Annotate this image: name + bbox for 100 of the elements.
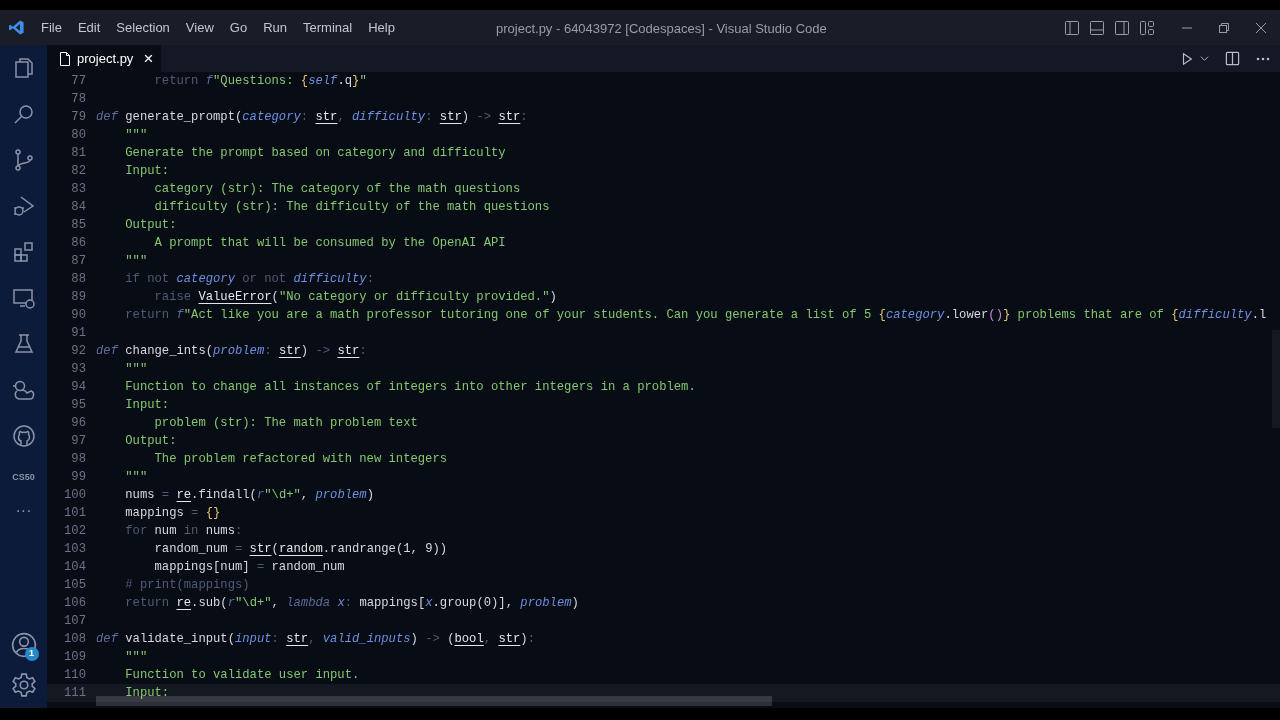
editor-tab[interactable]: project.py × [47,45,162,72]
run-debug-icon[interactable] [11,194,36,218]
window-title: project.py - 64043972 [Codespaces] - Visual Studio Code [496,20,827,38]
code-line: """ [124,649,148,666]
menu-item[interactable]: Terminal [295,17,361,38]
secondary-sidebar-icon[interactable] [1114,19,1130,36]
line-number: 94 [70,379,86,396]
menu-item[interactable]: Selection [108,17,178,38]
panel-toggle-icon[interactable] [1089,19,1105,36]
menu-item[interactable]: Go [221,17,256,38]
line-number: 77 [70,73,86,90]
line-number: 103 [63,541,86,558]
code-line: difficulty (str): The difficulty of the math questions [153,199,550,216]
line-number: 88 [70,271,86,288]
menu-item[interactable]: Help [360,17,403,38]
line-number: 111 [63,685,86,702]
line-number: 104 [63,559,86,576]
layout-icon[interactable] [1139,19,1155,36]
line-number: 93 [70,361,86,378]
line-number: 107 [63,613,86,630]
code-line: The problem refactored with new integers [153,451,448,468]
line-number: 95 [70,397,86,414]
sidebar-toggle-icon[interactable] [1064,19,1080,36]
line-number: 81 [70,145,86,162]
close-tab-button[interactable]: × [143,50,154,67]
line-number: 82 [70,163,86,180]
line-number: 98 [70,451,86,468]
code-line: # print(mappings) [124,577,250,594]
code-line: """ [124,253,148,270]
line-number: 91 [70,325,86,342]
code-line: for num in nums: [124,523,243,540]
code-line: category (str): The category of the math questions [153,181,521,198]
code-line: Input: [124,685,170,702]
vscode-logo-icon [8,19,25,36]
code-line: Function to validate user input. [124,667,360,684]
remote-explorer-icon[interactable] [11,286,36,310]
menu-item[interactable]: View [177,17,222,38]
settings-icon[interactable] [10,672,37,698]
split-editor-icon[interactable] [1225,51,1240,66]
menu-item[interactable]: Edit [69,17,109,38]
line-number: 85 [70,217,86,234]
code-line: return re.sub(r"\d+", lambda x: mappings[x.group(0)], problem) [124,595,579,612]
line-number: 106 [63,595,86,612]
line-number: 97 [70,433,86,450]
line-number: 80 [70,127,86,144]
code-line: return f"Questions: {self.q}" [153,73,367,90]
line-number: 79 [70,109,86,126]
restore-icon[interactable] [1219,22,1229,33]
line-number: 110 [63,667,86,684]
code-line: if not category or not difficulty: [124,271,374,288]
code-line: A prompt that will be consumed by the OpenAI API [153,235,506,252]
menu-item[interactable]: Run [255,17,295,38]
code-line: Output: [124,217,177,234]
code-line: Function to change all instances of integers into other integers in a problem. [124,379,696,396]
line-number: 96 [70,415,86,432]
github-icon[interactable] [11,424,36,448]
code-line: """ [124,127,148,144]
code-line: """ [124,361,148,378]
file-icon [59,51,71,66]
line-number: 87 [70,253,86,270]
code-line: mappings = {} [124,505,221,522]
line-number: 92 [70,343,86,360]
extensions-icon[interactable] [11,240,36,264]
code-line: mappings[num] = random_num [153,559,345,576]
tab-label: project.py [77,49,134,68]
code-line: problem (str): The math problem text [153,415,418,432]
line-number: 99 [70,469,86,486]
more-actions-icon[interactable] [1256,56,1270,61]
code-line: Input: [124,397,170,414]
menu-item[interactable]: File [33,17,70,38]
line-number: 89 [70,289,86,306]
run-icon[interactable] [1180,51,1194,66]
code-line: Generate the prompt based on category and difficulty [124,145,506,162]
line-number: 109 [63,649,86,666]
line-number: 90 [70,307,86,324]
line-number: 86 [70,235,86,252]
notification-badge: 1 [24,647,39,661]
code-line: raise ValueError("No category or difficulty provided.") [153,289,557,306]
accounts-icon[interactable] [10,632,37,658]
code-line: random_num = str(random.randrange(1, 9)) [153,541,448,558]
line-number: 101 [63,505,86,522]
line-number: 102 [63,523,86,540]
code-line: def generate_prompt(category: str, difficulty: str) -> str: [96,109,528,126]
chevron-down-icon[interactable] [1200,54,1209,63]
line-number: 108 [63,631,86,648]
code-line: Input: [124,163,170,180]
line-number: 84 [70,199,86,216]
line-number: 83 [70,181,86,198]
code-line: def change_ints(problem: str) -> str: [96,343,367,360]
line-number: 78 [70,91,86,108]
line-number: 100 [63,487,86,504]
line-number: 105 [63,577,86,594]
close-icon[interactable] [1256,22,1266,33]
code-line: Output: [124,433,177,450]
code-line: def validate_input(input: str, valid_inputs) -> (bool, str): [96,631,535,648]
code-line: """ [124,469,148,486]
cs50-label[interactable]: CS50 [12,471,35,485]
more-button[interactable]: ··· [15,502,32,519]
duck-icon[interactable] [11,378,36,402]
code-line: return f"Act like you are a math professor tutoring one of your students. Can you generate a list of 5 {category.lower()} problems that are of {difficulty.l [124,307,1267,324]
